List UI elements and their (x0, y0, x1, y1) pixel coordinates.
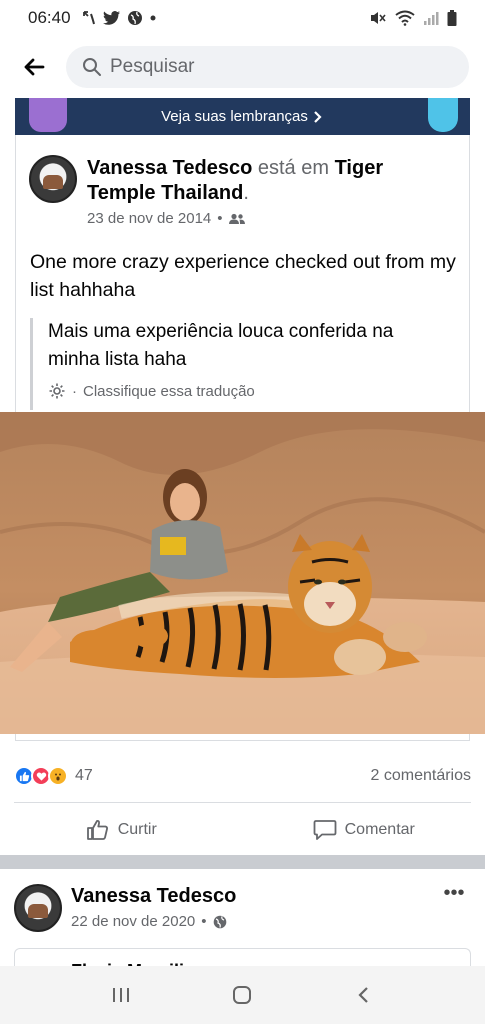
status-icons-right (369, 10, 457, 26)
status-icons-left (81, 10, 157, 26)
post-actions: Curtir Comentar (0, 808, 485, 852)
comment-bubble-icon (313, 820, 337, 840)
search-input[interactable] (110, 56, 410, 78)
chevron-right-icon (314, 110, 322, 123)
avatar[interactable] (14, 884, 62, 932)
status-bar: 06:40 (0, 0, 485, 36)
dot-icon (150, 15, 156, 21)
back-arrow-icon (24, 58, 45, 76)
public-globe-icon (213, 915, 226, 928)
post-text: One more crazy experience checked out fr… (30, 251, 456, 301)
comment-count[interactable]: 2 comentários (371, 767, 472, 785)
battery-icon (447, 10, 457, 26)
reaction-summary[interactable] (14, 766, 68, 786)
memories-banner-label: Veja suas lembranças (161, 108, 308, 125)
home-button[interactable] (222, 975, 262, 1015)
comment-button-label: Comentar (344, 821, 415, 838)
globe-icon (127, 11, 142, 25)
meta-separator: • (201, 913, 207, 930)
recent-apps-button[interactable] (101, 975, 141, 1015)
recent-apps-icon (112, 988, 129, 1002)
gear-icon (49, 383, 65, 399)
translation-block: Mais uma experiência louca conferida na … (30, 318, 450, 410)
missed-call-icon (82, 11, 95, 25)
post-author-name[interactable]: Vanessa Tedesco (87, 157, 252, 179)
feed-separator (0, 855, 485, 869)
avatar[interactable] (29, 155, 77, 203)
reaction-count[interactable]: 47 (75, 767, 93, 785)
post-author-name[interactable]: Vanessa Tedesco (71, 885, 236, 908)
post-photo[interactable] (0, 412, 485, 734)
banner-decoration-right (428, 98, 458, 132)
reactions-row: 47 2 comentários (14, 762, 471, 790)
memories-banner[interactable]: Veja suas lembranças (15, 98, 470, 135)
rate-translation-label: Classifique essa tradução (83, 382, 255, 400)
back-button[interactable] (16, 49, 52, 85)
post-header: Vanessa Tedesco está em Tiger Temple Tha… (87, 156, 457, 206)
wifi-icon (395, 10, 415, 26)
divider (14, 802, 471, 803)
like-button[interactable]: Curtir (0, 808, 243, 852)
rate-translation-link[interactable]: · Classifique essa tradução (48, 382, 450, 400)
post-meta: 23 de nov de 2014 • (87, 210, 245, 227)
post-meta: 22 de nov de 2020 • (71, 913, 227, 930)
post-date[interactable]: 22 de nov de 2020 (71, 913, 195, 930)
post-verb: está em (257, 157, 330, 179)
twitter-icon (102, 11, 120, 25)
system-nav-bar (0, 966, 485, 1024)
back-nav-button[interactable] (344, 975, 384, 1015)
mute-icon (371, 12, 386, 24)
banner-decoration-left (29, 98, 67, 132)
rate-translation-bullet: · (72, 382, 77, 400)
thumbs-up-icon (86, 820, 108, 840)
post-date[interactable]: 23 de nov de 2014 (87, 210, 211, 227)
translation-text: Mais uma experiência louca conferida na … (48, 321, 394, 370)
chevron-left-icon (358, 987, 368, 1003)
post-header-period: . (243, 182, 249, 204)
meta-separator: • (217, 210, 223, 227)
search-box[interactable] (66, 46, 469, 88)
signal-icon (424, 12, 439, 25)
more-options-button[interactable]: ••• (440, 882, 468, 904)
home-icon (233, 986, 252, 1004)
search-icon (83, 58, 101, 76)
friends-icon (228, 213, 245, 224)
search-header (0, 36, 485, 98)
comment-button[interactable]: Comentar (243, 808, 485, 852)
like-button-label: Curtir (117, 821, 157, 838)
tiger-photo-illustration (0, 412, 485, 734)
wow-reaction-icon (48, 766, 68, 786)
status-time: 06:40 (28, 8, 71, 27)
